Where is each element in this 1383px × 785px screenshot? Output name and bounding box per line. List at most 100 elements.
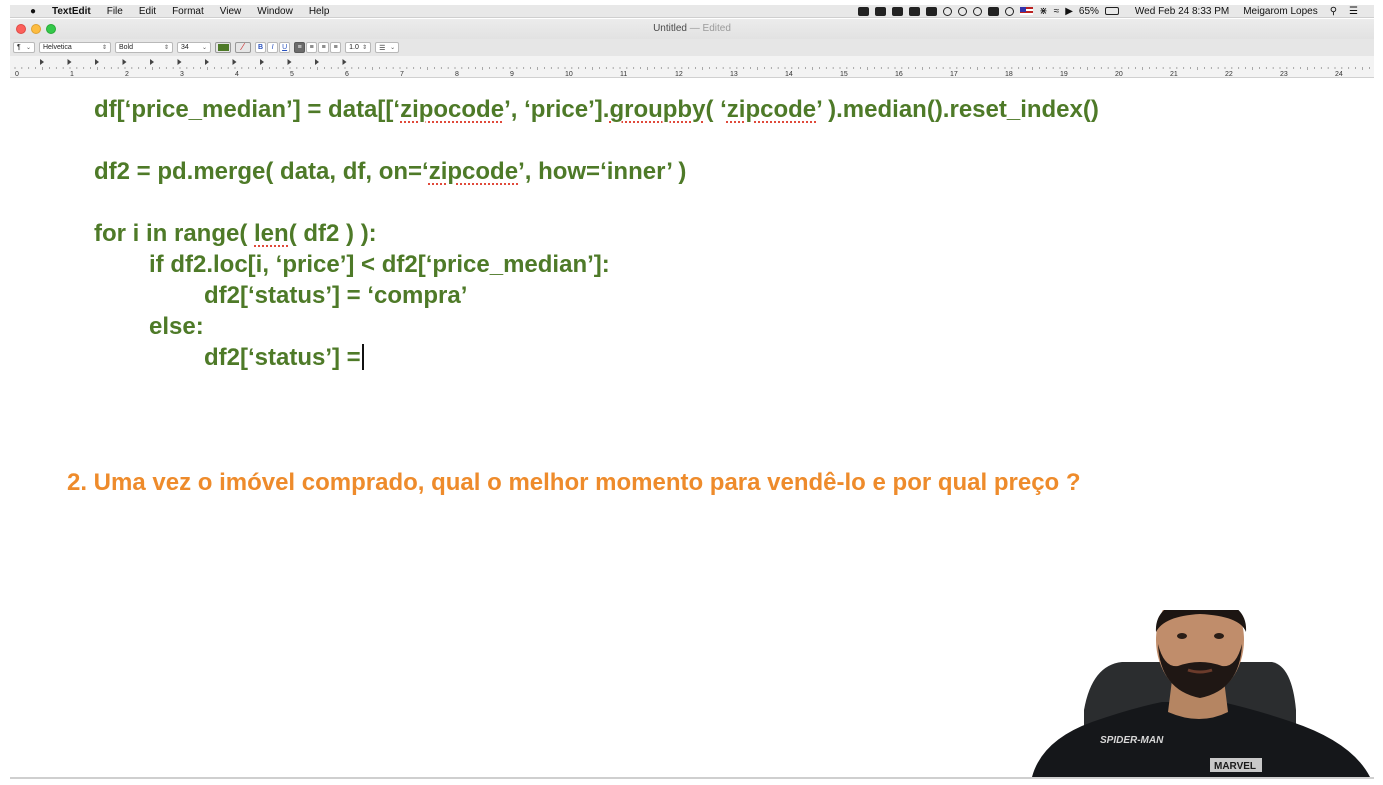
text-cursor <box>361 344 364 370</box>
code-line-7: df2[‘status’] = <box>204 344 364 372</box>
ruler-number: 15 <box>840 71 848 77</box>
code-line-1: df[‘price_median’] = data[[‘zipocode’, ‘… <box>94 96 1099 124</box>
tab-stop-marker[interactable] <box>205 59 209 65</box>
us-flag-input-icon[interactable] <box>1020 7 1034 15</box>
user-name[interactable]: Meigarom Lopes <box>1243 6 1317 17</box>
battery-icon[interactable] <box>1104 7 1119 15</box>
time-machine-icon[interactable] <box>973 6 983 16</box>
chevron-down-icon: ⌄ <box>390 45 396 51</box>
bluetooth-icon[interactable]: ⋇ <box>1039 6 1047 17</box>
list-style-select[interactable]: ☰ ⌄ <box>375 42 400 53</box>
misspelled-word: len <box>254 220 289 247</box>
ruler-number: 14 <box>785 71 793 77</box>
shirt-print: SPIDER-MAN <box>1100 735 1164 746</box>
tab-stop-marker[interactable] <box>150 59 154 65</box>
spotlight-search-icon[interactable]: ⚲ <box>1330 6 1337 17</box>
ruler-number: 20 <box>1115 71 1123 77</box>
tab-stop-marker[interactable] <box>260 59 264 65</box>
ruler-number: 18 <box>1005 71 1013 77</box>
menu-view[interactable]: View <box>212 6 250 17</box>
text-color-swatch <box>217 44 229 51</box>
alignment-buttons: ≡ ≡ ≡ ≡ <box>294 42 342 53</box>
volume-icon[interactable]: ▶ <box>1065 6 1073 17</box>
no-color-slash-icon: ∕ <box>242 41 244 53</box>
document-text-area[interactable]: df[‘price_median’] = data[[‘zipocode’, ‘… <box>10 79 1374 777</box>
ruler-number: 17 <box>950 71 958 77</box>
tab-stop-marker[interactable] <box>67 59 72 65</box>
menu-help[interactable]: Help <box>301 6 338 17</box>
code-line-7-text: df2[‘status’] = <box>204 344 361 371</box>
status-app-icon[interactable] <box>858 6 870 16</box>
chevron-down-icon: ⌄ <box>25 45 31 51</box>
chevron-updown-icon: ⇕ <box>101 45 107 51</box>
clock[interactable]: Wed Feb 24 8:33 PM <box>1135 6 1229 17</box>
justify-button[interactable]: ≡ <box>330 42 342 53</box>
tab-stop-markers <box>40 59 347 65</box>
webcam-overlay: SPIDER-MAN MARVEL <box>1032 610 1370 777</box>
ruler[interactable]: 0 1 2 3 4 5 6 7 8 9 10 11 12 13 14 15 16 17 18 19 20 21 22 23 24 <box>10 56 1374 78</box>
status-app-icon[interactable] <box>892 6 904 16</box>
menu-format[interactable]: Format <box>164 6 212 17</box>
wifi-icon[interactable]: ≈ <box>1054 6 1060 17</box>
apple-menu-icon[interactable]: ● <box>22 6 44 17</box>
align-right-button[interactable]: ≡ <box>318 42 330 53</box>
menu-file[interactable]: File <box>99 6 131 17</box>
tab-stop-marker[interactable] <box>122 59 127 65</box>
screen: ● TextEdit File Edit Format View Window … <box>0 0 1383 785</box>
text-color-well[interactable] <box>215 42 231 53</box>
font-style-select[interactable]: Bold ⇕ <box>115 42 173 53</box>
document-name: Untitled <box>653 23 687 34</box>
menu-app-name[interactable]: TextEdit <box>44 6 99 17</box>
paragraph-style-select[interactable]: ¶ ⌄ <box>13 42 35 53</box>
chevron-updown-icon: ⇕ <box>362 45 368 51</box>
menu-window[interactable]: Window <box>249 6 301 17</box>
ruler-number: 21 <box>1170 71 1178 77</box>
line-spacing-select[interactable]: 1.0 ⇕ <box>345 42 372 53</box>
ruler-number: 24 <box>1335 71 1343 77</box>
status-app-icon[interactable] <box>875 6 887 16</box>
align-left-button[interactable]: ≡ <box>294 42 306 53</box>
battery-percent[interactable]: 65% <box>1079 6 1099 17</box>
misspelled-word: zipocode <box>400 96 505 123</box>
chevron-updown-icon: ⇕ <box>163 45 169 51</box>
menu-edit[interactable]: Edit <box>131 6 164 17</box>
ruler-number: 8 <box>455 71 459 77</box>
tab-stop-marker[interactable] <box>177 59 182 65</box>
glasses-icon[interactable] <box>958 6 968 16</box>
background-color-well[interactable]: ∕ <box>235 42 251 53</box>
vpn-icon[interactable] <box>988 6 1000 16</box>
ruler-number: 0 <box>15 71 19 77</box>
ruler-number: 1 <box>70 71 74 77</box>
code-line-4: if df2.loc[i, ‘price’] < df2[‘price_medi… <box>149 251 610 278</box>
tab-stop-marker[interactable] <box>342 59 347 65</box>
ruler-number: 22 <box>1225 71 1233 77</box>
align-center-button[interactable]: ≡ <box>306 42 318 53</box>
status-app-icon[interactable] <box>943 6 953 16</box>
tab-stop-marker[interactable] <box>95 59 99 65</box>
code-line-3: for i in range( len( df2 ) ): <box>94 220 377 247</box>
tab-stop-marker[interactable] <box>232 59 237 65</box>
format-toolbar: ¶ ⌄ Helvetica ⇕ Bold ⇕ 34 ⌄ ∕ B I U ≡ ≡ ≡ ≡ … <box>10 39 1374 56</box>
code-line-5: df2[‘status’] = ‘compra’ <box>204 282 468 309</box>
status-app-icon[interactable] <box>909 6 921 16</box>
tab-stop-marker[interactable] <box>287 59 292 65</box>
ruler-number: 10 <box>565 71 573 77</box>
tab-stop-marker[interactable] <box>40 59 44 65</box>
font-family-value: Helvetica <box>43 44 72 51</box>
line-spacing-value: 1.0 <box>349 44 359 51</box>
font-size-value: 34 <box>181 44 189 51</box>
question-heading: 2. Uma vez o imóvel comprado, qual o mel… <box>67 469 1081 496</box>
underline-button[interactable]: U <box>279 42 291 53</box>
bold-button[interactable]: B <box>255 42 267 53</box>
misspelled-word: groupby <box>609 96 706 123</box>
ruler-number: 7 <box>400 71 404 77</box>
status-app-icon[interactable] <box>926 6 938 16</box>
italic-button[interactable]: I <box>267 42 279 53</box>
font-family-select[interactable]: Helvetica ⇕ <box>39 42 111 53</box>
notification-center-icon[interactable]: ☰ <box>1349 6 1358 17</box>
tab-stop-marker[interactable] <box>315 59 319 65</box>
ruler-number: 23 <box>1280 71 1288 77</box>
right-eye <box>1214 633 1224 639</box>
activity-icon[interactable] <box>1005 6 1015 16</box>
font-size-select[interactable]: 34 ⌄ <box>177 42 211 53</box>
